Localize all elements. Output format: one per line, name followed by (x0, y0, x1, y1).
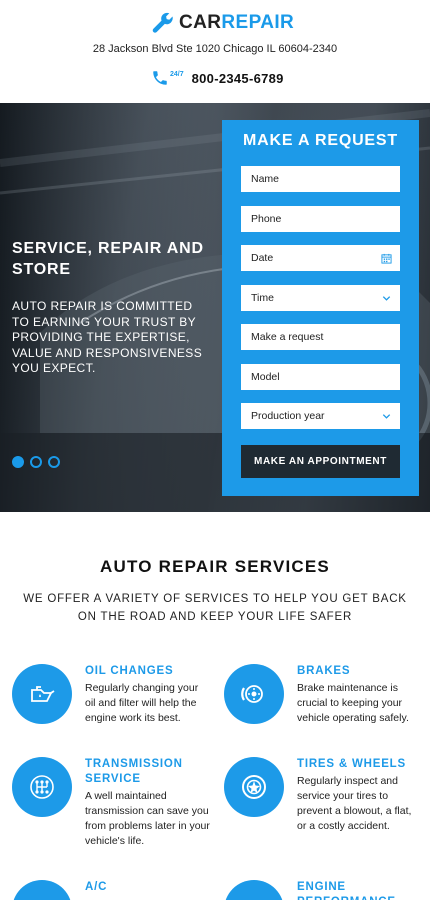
service-oil-changes[interactable]: OIL CHANGES Regularly changing your oil … (12, 664, 212, 744)
hero-description: AUTO REPAIR IS COMMITTED TO EARNING YOUR… (12, 299, 203, 375)
logo-text-car: CAR (179, 12, 222, 33)
time-select[interactable]: Time (241, 285, 400, 311)
service-text: A well maintained transmission can save … (85, 790, 210, 847)
service-text: Regularly changing your oil and filter w… (85, 682, 199, 724)
logo[interactable]: CARREPAIR (151, 10, 294, 36)
service-title: A/C (85, 881, 108, 893)
service-title: TIRES & WHEELS (297, 758, 406, 770)
date-field-label: Date (251, 252, 274, 264)
phone-field[interactable]: Phone (241, 206, 400, 232)
service-engine-performance[interactable]: ENGINE PERFORMANCE (224, 880, 424, 900)
fan-icon (28, 896, 56, 900)
production-year-label: Production year (251, 410, 325, 422)
phone-number[interactable]: 800-2345-6789 (192, 71, 284, 86)
slider-pagination (12, 456, 60, 468)
request-form: MAKE A REQUEST Name Phone Date Time Make… (222, 120, 419, 496)
engine-icon (240, 896, 268, 900)
service-title: TRANSMISSION SERVICE (85, 758, 183, 785)
header: CARREPAIR 28 Jackson Blvd Ste 1020 Chica… (0, 0, 430, 103)
slider-dot-2[interactable] (30, 456, 42, 468)
calendar-icon (381, 253, 392, 264)
slider-dot-1[interactable] (12, 456, 24, 468)
services-subtitle: WE OFFER A VARIETY OF SERVICES TO HELP Y… (23, 593, 407, 623)
service-brakes[interactable]: BRAKES Brake maintenance is crucial to k… (224, 664, 424, 744)
chevron-down-icon (382, 414, 391, 419)
phone-icon (153, 71, 167, 85)
production-year-select[interactable]: Production year (241, 403, 400, 429)
service-icon-circle (12, 664, 72, 724)
service-ac[interactable]: A/C (12, 880, 212, 900)
chevron-down-icon (382, 296, 391, 301)
make-appointment-button[interactable]: MAKE AN APPOINTMENT (241, 445, 400, 478)
service-tires-wheels[interactable]: TIRES & WHEELS Regularly inspect and ser… (224, 757, 424, 852)
logo-text-repair: REPAIR (221, 12, 295, 33)
address: 28 Jackson Blvd Ste 1020 Chicago IL 6060… (92, 43, 338, 55)
service-icon-circle (12, 880, 72, 900)
service-title: OIL CHANGES (85, 665, 174, 677)
wrench-icon (152, 12, 173, 33)
hero-title: SERVICE, REPAIR AND STORE (12, 240, 204, 278)
date-field[interactable]: Date (241, 245, 400, 271)
service-title: ENGINE PERFORMANCE (297, 881, 395, 900)
service-title: BRAKES (297, 665, 351, 677)
oil-can-icon (31, 686, 55, 702)
name-field[interactable]: Name (241, 166, 400, 192)
service-icon-circle (224, 880, 284, 900)
form-title: MAKE A REQUEST (243, 132, 398, 149)
service-icon-circle (224, 757, 284, 817)
model-field[interactable]: Model (241, 364, 400, 390)
service-icon-circle (12, 757, 72, 817)
service-transmission[interactable]: TRANSMISSION SERVICE A well maintained t… (12, 757, 212, 852)
service-text: Regularly inspect and service your tires… (297, 775, 412, 832)
slider-dot-3[interactable] (48, 456, 60, 468)
phone-contact[interactable]: 24/7 800-2345-6789 (151, 69, 284, 87)
request-field[interactable]: Make a request (241, 324, 400, 350)
phone-badge: 24/7 (170, 70, 184, 78)
wheel-icon (242, 775, 266, 799)
gearbox-icon (30, 775, 54, 799)
service-icon-circle (224, 664, 284, 724)
services-title: AUTO REPAIR SERVICES (100, 557, 330, 576)
time-select-label: Time (251, 292, 274, 304)
brake-disc-icon (241, 685, 263, 703)
hero-slider: SERVICE, REPAIR AND STORE AUTO REPAIR IS… (0, 103, 430, 512)
service-text: Brake maintenance is crucial to keeping … (297, 682, 409, 724)
